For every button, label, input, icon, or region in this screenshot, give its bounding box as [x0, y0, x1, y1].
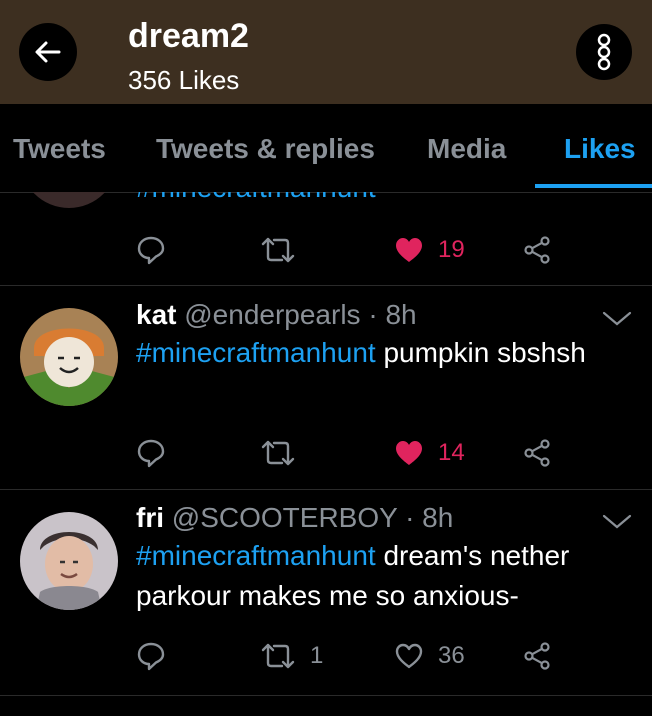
share-icon — [524, 439, 550, 467]
share-button[interactable] — [522, 636, 552, 676]
likes-count: 356 Likes — [128, 65, 240, 95]
avatar[interactable] — [20, 512, 118, 610]
tweet-text: #minecraftmanhunt dream's nether parkour… — [136, 540, 570, 611]
reply-icon — [137, 236, 165, 265]
avatar[interactable] — [20, 192, 118, 208]
active-tab-indicator — [535, 184, 652, 188]
share-icon — [524, 236, 550, 264]
more-vertical-icon — [597, 33, 611, 71]
reply-button[interactable] — [136, 230, 166, 270]
back-button[interactable] — [19, 23, 77, 81]
tweet-actions: 14 — [136, 433, 636, 473]
avatar-image — [20, 308, 118, 406]
tweet-item[interactable]: kat @enderpearls · 8h #minecraftmanhunt … — [0, 285, 652, 490]
share-button[interactable] — [522, 230, 552, 270]
tweet-time: · 8h — [405, 502, 454, 533]
chevron-down-icon[interactable] — [600, 309, 634, 329]
retweet-icon — [261, 237, 295, 263]
profile-name: dream2 — [128, 17, 249, 55]
retweet-icon — [261, 440, 295, 466]
like-button[interactable]: 19 — [394, 230, 465, 270]
hashtag-link[interactable]: #minecraftmanhunt — [136, 337, 376, 368]
author-handle[interactable]: @enderpearls — [184, 299, 360, 330]
profile-tabs: Tweets Tweets & replies Media Likes — [0, 104, 652, 193]
reply-icon — [137, 439, 165, 468]
avatar[interactable] — [20, 308, 118, 406]
heart-outline-icon — [395, 643, 423, 669]
chevron-down-icon[interactable] — [600, 512, 634, 532]
retweet-button[interactable] — [260, 433, 296, 473]
more-button[interactable] — [576, 24, 632, 80]
tweet-text: #minecraftmanhunt pumpkin sbshsh — [136, 337, 586, 368]
reply-icon — [137, 642, 165, 671]
tab-tweets[interactable]: Tweets — [13, 132, 106, 166]
tweet-time: · 8h — [368, 299, 417, 330]
author-name[interactable]: kat — [136, 299, 176, 330]
tab-likes[interactable]: Likes — [564, 132, 636, 166]
heart-filled-icon — [396, 238, 422, 262]
profile-header: dream2 356 Likes — [0, 0, 652, 104]
tweet-actions: 1 36 — [136, 636, 636, 676]
hashtag-link[interactable]: #minecraftmanhunt — [136, 192, 376, 203]
hashtag-link[interactable]: #minecraftmanhunt — [136, 540, 376, 571]
heart-filled-icon — [396, 441, 422, 465]
like-count: 19 — [438, 236, 465, 263]
tweet-item[interactable]: #minecraftmanhunt 19 — [0, 192, 652, 286]
tweet-item[interactable]: fri @SCOOTERBOY · 8h #minecraftmanhunt d… — [0, 489, 652, 696]
tab-tweets-replies[interactable]: Tweets & replies — [156, 132, 375, 166]
reply-button[interactable] — [136, 636, 166, 676]
avatar-image — [20, 512, 118, 610]
author-handle[interactable]: @SCOOTERBOY — [172, 502, 398, 533]
tab-media[interactable]: Media — [427, 132, 506, 166]
share-button[interactable] — [522, 433, 552, 473]
like-button[interactable]: 14 — [394, 433, 465, 473]
retweet-count: 1 — [310, 642, 324, 669]
share-icon — [524, 642, 550, 670]
tweet-feed[interactable]: #minecraftmanhunt 19 — [0, 192, 652, 716]
back-arrow-icon — [35, 41, 61, 63]
retweet-button[interactable]: 1 — [260, 636, 323, 676]
reply-button[interactable] — [136, 433, 166, 473]
retweet-icon — [261, 643, 295, 669]
like-button[interactable]: 36 — [394, 636, 465, 676]
author-name[interactable]: fri — [136, 502, 164, 533]
like-count: 36 — [438, 642, 465, 669]
retweet-button[interactable] — [260, 230, 296, 270]
like-count: 14 — [438, 439, 465, 466]
tweet-actions: 19 — [136, 230, 636, 270]
